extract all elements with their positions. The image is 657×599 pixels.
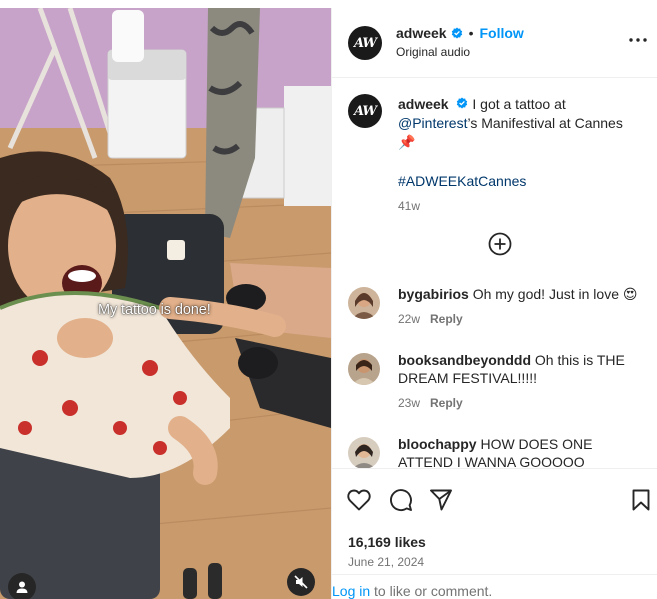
more-dots-icon <box>629 38 647 42</box>
post-actions-bar: 16,169 likes June 21, 2024 Log in to lik… <box>332 468 657 599</box>
share-button[interactable] <box>428 487 454 513</box>
comment-bubble-icon <box>390 489 412 512</box>
login-link[interactable]: Log in <box>332 583 370 599</box>
comment-meta: 23w Reply <box>398 396 463 410</box>
author-line: adweek • Follow <box>396 25 524 41</box>
caption-timestamp[interactable]: 41w <box>398 197 644 216</box>
comment-username[interactable]: booksandbeyonddd <box>398 352 531 368</box>
verified-badge-icon <box>456 97 468 109</box>
video-caption-overlay: My tattoo is done! <box>98 302 211 318</box>
commenter-avatar[interactable] <box>348 287 380 319</box>
caption-mention-link[interactable]: @Pinterest <box>398 115 467 131</box>
caption-pin-emoji: 📌 <box>398 134 416 150</box>
tagged-users-button[interactable] <box>8 573 36 599</box>
login-prompt: Log in to like or comment. <box>332 574 657 599</box>
post-detail-panel: AW adweek • Follow Original audio AW adw… <box>331 8 657 599</box>
reply-button[interactable]: Reply <box>430 396 463 410</box>
verified-badge-icon <box>451 27 463 39</box>
comment-time[interactable]: 23w <box>398 396 420 410</box>
post-date[interactable]: June 21, 2024 <box>348 555 424 569</box>
caption-username[interactable]: adweek <box>398 96 449 112</box>
comment-button[interactable] <box>388 487 414 513</box>
comment-body: bloochappy HOW DOES ONE ATTEND I WANNA G… <box>398 435 644 471</box>
load-more-comments-button[interactable] <box>488 232 512 256</box>
commenter-avatar[interactable] <box>348 353 380 385</box>
comment-time[interactable]: 22w <box>398 312 420 326</box>
mute-button[interactable] <box>287 568 315 596</box>
comment-meta: 22w Reply <box>398 312 463 326</box>
separator-dot: • <box>468 25 474 41</box>
caption-text-before: I got a tattoo at <box>472 96 566 112</box>
author-username[interactable]: adweek <box>396 25 447 41</box>
save-button[interactable] <box>628 487 654 513</box>
comment-text: Oh my god! Just in love 😍 <box>472 286 638 302</box>
caption-author-avatar[interactable]: AW <box>348 94 382 128</box>
post-header: AW adweek • Follow Original audio <box>332 8 657 78</box>
comment-username[interactable]: bloochappy <box>398 436 477 452</box>
heart-icon <box>347 489 371 511</box>
comment-body: booksandbeyonddd Oh this is THE DREAM FE… <box>398 351 644 387</box>
like-button[interactable] <box>346 487 372 513</box>
caption-text-after: ’s Manifestival at Cannes <box>467 115 623 131</box>
more-options-button[interactable] <box>626 32 650 48</box>
bookmark-icon <box>632 489 650 511</box>
audio-link[interactable]: Original audio <box>396 45 470 59</box>
post-video[interactable]: My tattoo is done! <box>0 8 331 599</box>
author-avatar[interactable]: AW <box>348 26 382 60</box>
login-prompt-text: to like or comment. <box>370 583 493 599</box>
user-icon <box>16 581 28 593</box>
likes-count[interactable]: 16,169 likes <box>348 534 426 550</box>
post-caption: adweek I got a tattoo at @Pinterest’s Ma… <box>398 95 644 216</box>
caption-hashtag-link[interactable]: #ADWEEKatCannes <box>398 172 644 191</box>
reply-button[interactable]: Reply <box>430 312 463 326</box>
follow-button[interactable]: Follow <box>480 25 524 41</box>
audio-muted-icon <box>294 575 308 589</box>
comment-body: bygabirios Oh my god! Just in love 😍 <box>398 285 644 303</box>
commenter-avatar[interactable] <box>348 437 380 469</box>
send-icon <box>430 489 452 511</box>
plus-circle-icon <box>488 232 512 256</box>
comment-username[interactable]: bygabirios <box>398 286 469 302</box>
